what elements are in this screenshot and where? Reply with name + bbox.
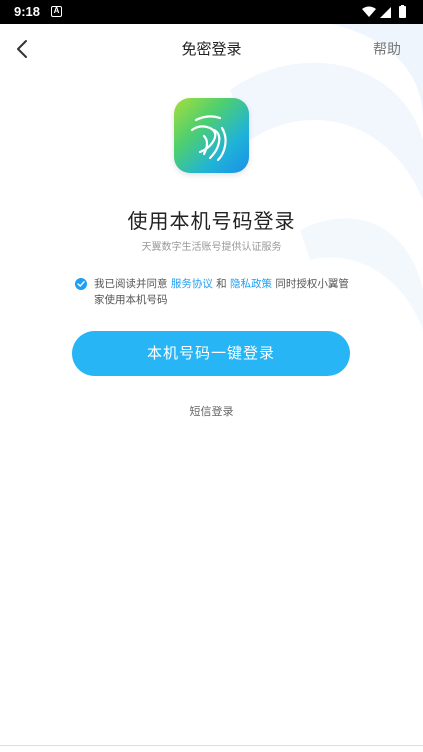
notification-badge: A [51, 6, 62, 17]
wifi-icon [362, 6, 376, 17]
agreement-prefix: 我已阅读并同意 [94, 278, 171, 290]
check-icon [77, 281, 85, 287]
service-agreement-link[interactable]: 服务协议 [171, 278, 213, 290]
one-click-login-button[interactable]: 本机号码一键登录 [72, 331, 350, 376]
status-bar: 9:18 A [0, 0, 423, 24]
agreement-and: 和 [212, 278, 231, 290]
sms-login-row: 短信登录 [0, 403, 423, 419]
sms-login-link[interactable]: 短信登录 [190, 405, 234, 418]
subtitle: 天翼数字生活账号提供认证服务 [141, 242, 282, 253]
tianyi-logo-icon [190, 115, 227, 162]
agreement-text: 我已阅读并同意 服务协议 和 隐私政策 同时授权小翼管家使用本机号码 [94, 276, 356, 308]
cellular-signal-icon [380, 7, 391, 18]
help-button[interactable]: 帮助 [373, 39, 401, 59]
status-icons [361, 5, 413, 19]
page-title: 免密登录 [181, 40, 242, 58]
agreement-checkbox[interactable] [75, 278, 87, 290]
status-time: 9:18 [14, 4, 41, 19]
app-logo [174, 98, 249, 173]
privacy-policy-link[interactable]: 隐私政策 [230, 278, 272, 290]
divider [0, 745, 423, 746]
main-title: 使用本机号码登录 [127, 209, 296, 233]
battery-icon [399, 5, 406, 18]
